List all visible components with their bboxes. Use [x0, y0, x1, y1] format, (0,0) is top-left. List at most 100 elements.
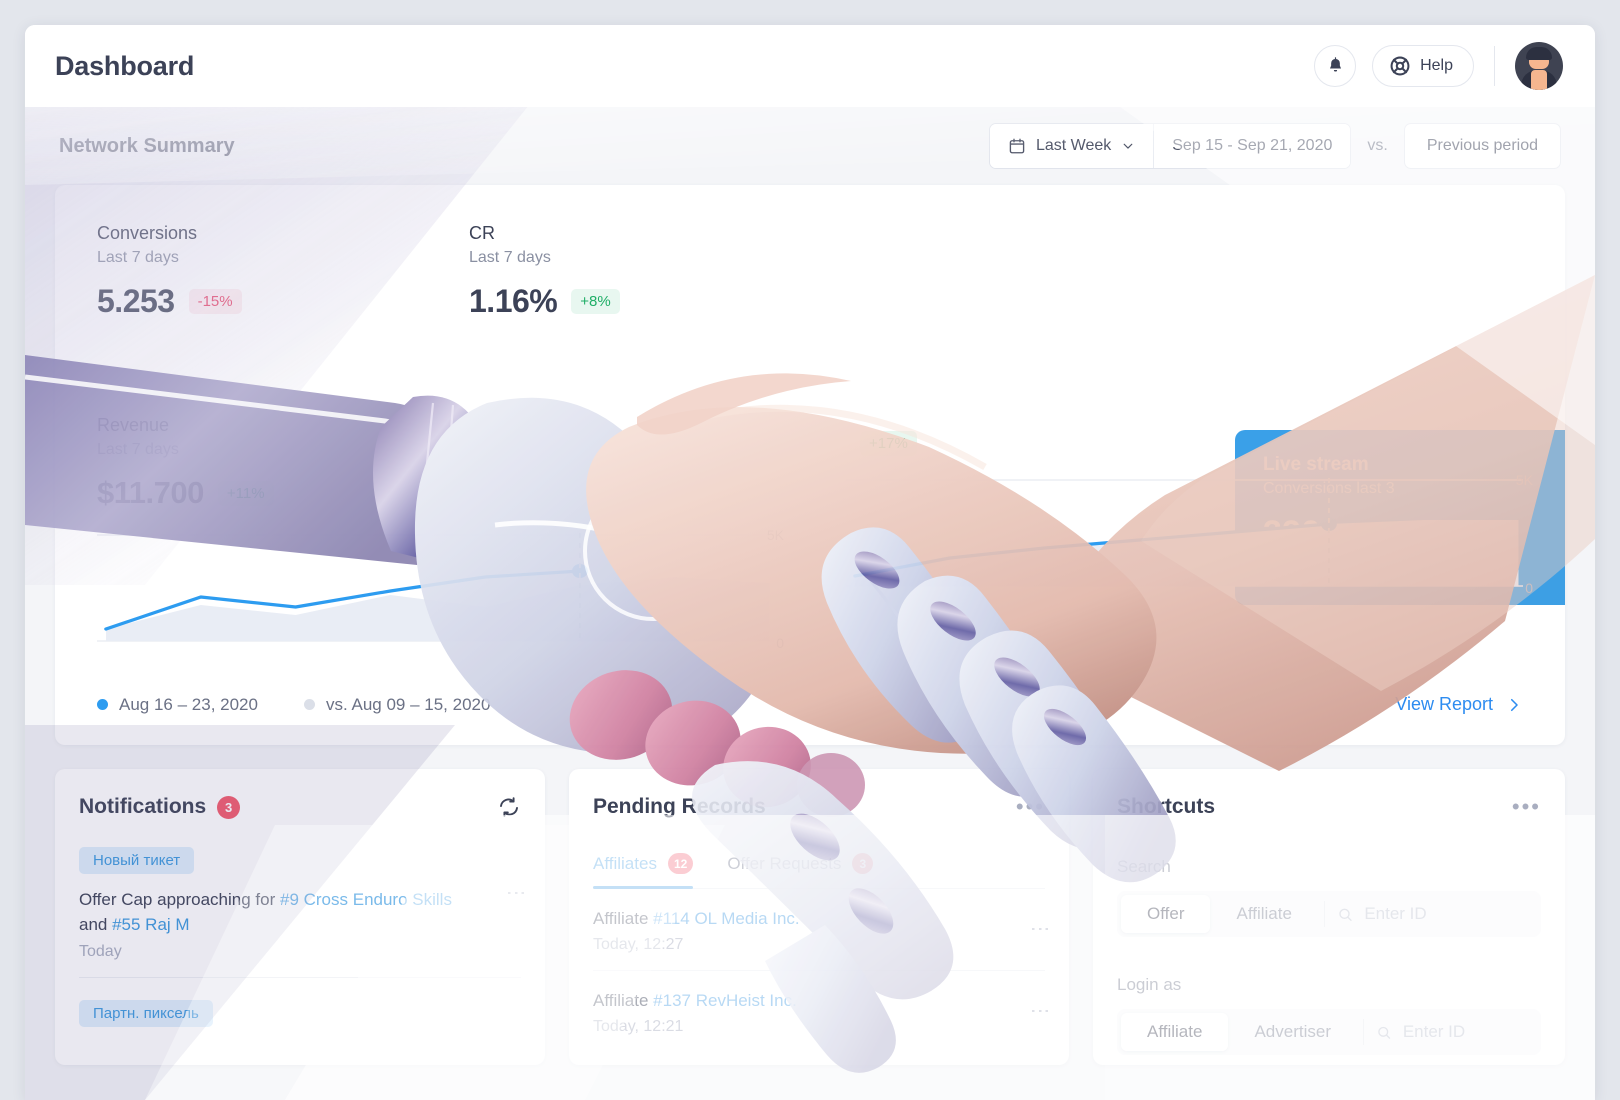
tab-offer-requests-label: Offer Requests	[727, 853, 842, 873]
legend-dot-previous	[303, 699, 315, 710]
notifications-header: Notifications 3	[79, 795, 521, 819]
chart-axis-top: 5K	[766, 527, 784, 543]
record-time: Today, 12:27	[593, 936, 684, 953]
metric-label: CR	[469, 223, 495, 243]
chevron-down-icon	[1123, 143, 1133, 149]
avatar-neck	[1531, 70, 1547, 90]
notifications-count-badge: 3	[217, 795, 241, 819]
main-content: Network Summary Last Week Sep 15 - Sep 2…	[25, 107, 1595, 1065]
list-item[interactable]: Affiliate #114 OL Media Inc. Today, 12:2…	[593, 889, 1051, 970]
lifebuoy-icon	[1390, 56, 1410, 76]
login-as-id-input[interactable]	[1402, 1022, 1537, 1042]
shortcuts-menu-button[interactable]: •••	[1512, 796, 1541, 818]
list-item[interactable]: Новый тикет Offer Cap approaching for #9…	[79, 825, 527, 977]
refresh-icon	[500, 797, 518, 817]
record-link[interactable]: #137 RevHeist Inc.	[653, 991, 797, 1010]
network-summary-title: Network Summary	[59, 134, 235, 157]
notification-link-offer[interactable]: #9 Cross Enduro Skills	[280, 890, 452, 909]
chart-legend: Aug 16 – 23, 2020 vs. Aug 09 – 15, 2020 …	[97, 694, 1523, 715]
date-preset-label: Last Week	[1035, 137, 1112, 154]
login-as-input-wrap	[1370, 1022, 1537, 1042]
chart-delta-badge: +11%	[217, 480, 274, 506]
chart-secondary: +17% 5K 0	[810, 415, 1533, 643]
login-as-affiliate[interactable]: Affiliate	[1121, 1013, 1229, 1051]
chart-axis-top: 5K	[1515, 472, 1533, 488]
notification-text-before: Offer Cap approaching for	[79, 890, 280, 909]
search-icon	[1339, 908, 1352, 921]
metrics-row: Conversions Last 7 days 5.253 -15% CR La…	[55, 185, 1565, 320]
tab-affiliates[interactable]: Affiliates 12	[593, 853, 694, 889]
chart-delta-badge: +17%	[860, 431, 917, 456]
chart-value: $11.700	[97, 475, 204, 510]
record-prefix: Affiliate	[593, 991, 654, 1010]
record-menu-button[interactable]: ⋮	[1029, 1001, 1051, 1019]
compare-period-label: Previous period	[1426, 137, 1538, 154]
tab-offer-requests-count: 3	[852, 853, 874, 874]
record-menu-button[interactable]: ⋮	[1029, 919, 1051, 937]
chart-label: Revenue	[97, 415, 170, 435]
metric-value: 1.16%	[469, 283, 558, 319]
chart-revenue: Revenue Last 7 days $11.700 +11% 5K 0	[97, 415, 810, 651]
notification-time: Today	[79, 943, 122, 961]
search-type-affiliate[interactable]: Affiliate	[1210, 895, 1317, 933]
chart-value-row: +17%	[846, 431, 1523, 456]
notifications-title-text: Notifications	[79, 795, 207, 818]
legend-current: Aug 16 – 23, 2020	[97, 695, 258, 715]
view-report-link[interactable]: View Report	[1395, 694, 1523, 715]
search-icon	[1378, 1026, 1391, 1039]
network-summary-card: Conversions Last 7 days 5.253 -15% CR La…	[55, 185, 1565, 745]
page-title: Dashboard	[55, 50, 195, 81]
metric-sublabel: Last 7 days	[97, 249, 179, 266]
login-as-advertiser[interactable]: Advertiser	[1228, 1013, 1357, 1051]
notification-link-affiliate[interactable]: #55 Raj M	[112, 915, 189, 934]
date-preset-dropdown[interactable]: Last Week	[989, 124, 1154, 168]
notification-text-mid: and	[79, 914, 113, 934]
date-range-text: Sep 15 - Sep 21, 2020	[1172, 137, 1333, 154]
vs-label: vs.	[1367, 137, 1388, 154]
notifications-bell-button[interactable]	[1314, 45, 1357, 87]
header-divider	[1494, 46, 1495, 86]
record-text: Affiliate #114 OL Media Inc.	[593, 909, 1045, 929]
notification-text: Offer Cap approaching for #9 Cross Endur…	[79, 888, 521, 937]
legend-previous-label: vs. Aug 09 – 15, 2020	[325, 694, 491, 714]
secondary-chart-svg	[846, 478, 1523, 587]
avatar[interactable]	[1515, 42, 1563, 90]
metric-conversions: Conversions Last 7 days 5.253 -15%	[97, 223, 469, 320]
list-item[interactable]: Affiliate #137 RevHeist Inc. Today, 12:2…	[593, 970, 1051, 1052]
date-range-group: Last Week Sep 15 - Sep 21, 2020	[988, 123, 1352, 169]
shortcuts-header: Shortcuts •••	[1117, 795, 1541, 819]
notifications-panel: Notifications 3 Новый тикет Offer Cap app…	[55, 769, 545, 1065]
compare-period-button[interactable]: Previous period	[1403, 123, 1561, 169]
tab-affiliates-label: Affiliates	[593, 853, 657, 873]
record-text: Affiliate #137 RevHeist Inc.	[593, 991, 1045, 1011]
chart-axis-bottom: 0	[776, 635, 784, 651]
metric-delta-badge: -15%	[188, 289, 242, 314]
help-button[interactable]: Help	[1372, 45, 1474, 87]
bottom-panels: Notifications 3 Новый тикет Offer Cap app…	[55, 769, 1565, 1065]
shortcuts-panel: Shortcuts ••• Search Offer Affiliate Ent…	[1093, 769, 1565, 1065]
list-item[interactable]: Партн. пиксель	[79, 977, 521, 1043]
metric-value-row: 1.16% +8%	[469, 283, 841, 320]
record-link[interactable]: #114 OL Media Inc.	[653, 909, 799, 928]
refresh-notifications-button[interactable]	[497, 795, 521, 819]
legend-previous: vs. Aug 09 – 15, 2020	[303, 694, 491, 715]
notification-menu-button[interactable]: ⋮	[505, 883, 527, 901]
legend-current-label: Aug 16 – 23, 2020	[119, 694, 258, 714]
notifications-title: Notifications 3	[79, 795, 241, 819]
tab-offer-requests[interactable]: Offer Requests 3	[727, 853, 874, 888]
search-id-input[interactable]	[1364, 904, 1537, 924]
metric-label: Conversions	[97, 223, 198, 243]
pending-records-header: Pending Records •••	[593, 795, 1045, 819]
pending-records-menu-button[interactable]: •••	[1016, 796, 1045, 818]
app-window: Dashboard Help Network Summary Last Week…	[25, 25, 1595, 1100]
metric-sublabel: Last 7 days	[469, 249, 551, 266]
notification-tag: Партн. пиксель	[79, 1000, 213, 1028]
search-row: Offer Affiliate	[1117, 891, 1541, 937]
help-label: Help	[1420, 57, 1453, 74]
date-range-value[interactable]: Sep 15 - Sep 21, 2020	[1153, 124, 1351, 168]
notification-tag: Новый тикет	[79, 847, 195, 874]
revenue-line-plot: 5K 0	[97, 527, 784, 651]
search-type-offer[interactable]: Offer	[1121, 895, 1211, 933]
view-report-label: View Report	[1395, 694, 1493, 714]
summary-header: Network Summary Last Week Sep 15 - Sep 2…	[55, 107, 1565, 185]
